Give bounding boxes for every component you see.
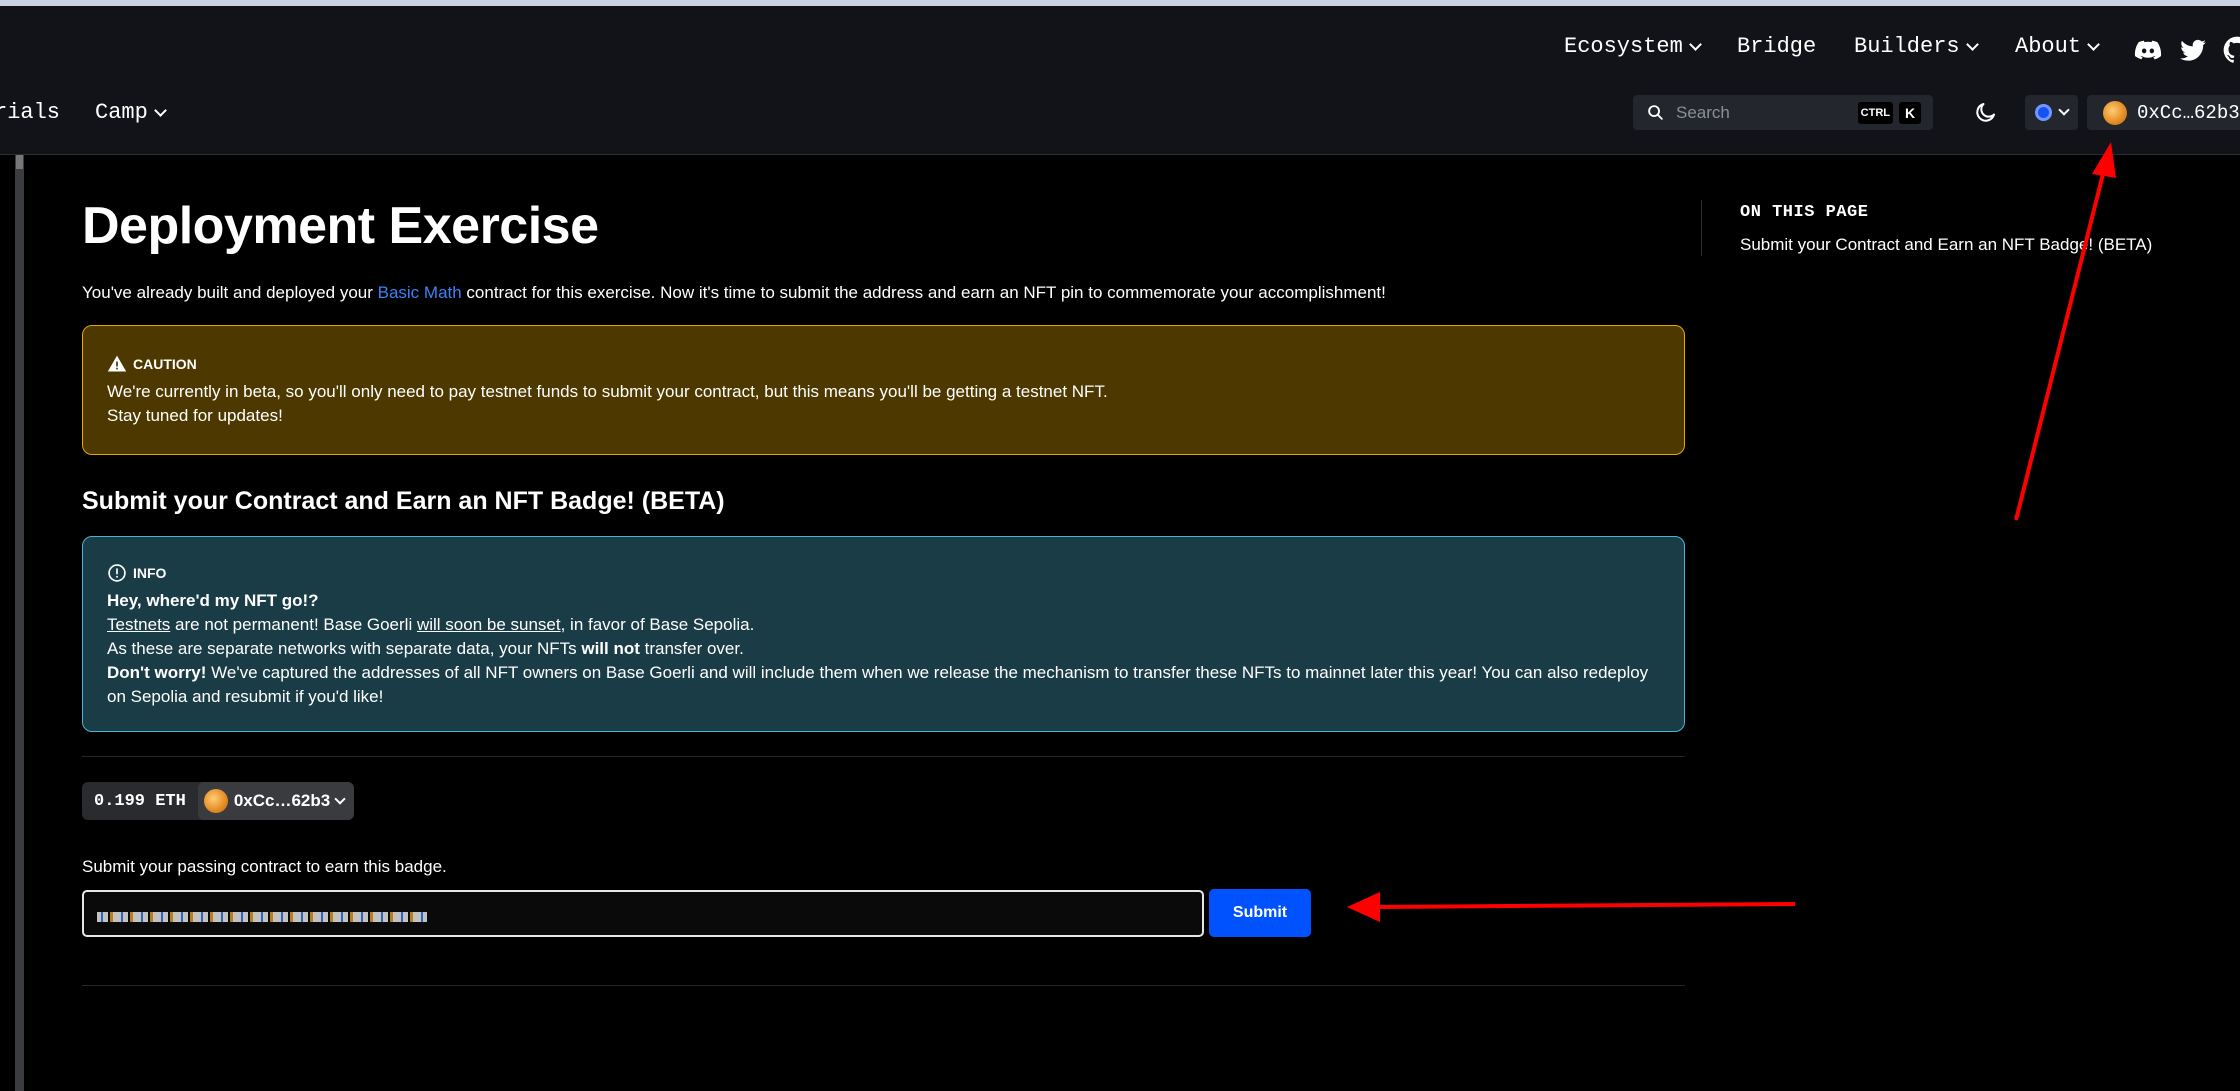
nav-builders-dropdown[interactable]: Builders: [1854, 34, 1979, 59]
testnets-link[interactable]: Testnets: [107, 615, 170, 634]
info-p2-end: transfer over.: [639, 639, 744, 658]
chevron-down-icon: [1688, 37, 1702, 51]
nav-tutorials-link[interactable]: rials: [0, 100, 60, 125]
nav-about-label: About: [2015, 34, 2082, 59]
info-p2-start: As these are separate networks with sepa…: [107, 639, 582, 658]
intro-paragraph: You've already built and deployed your B…: [82, 283, 1386, 303]
search-placeholder: Search: [1676, 102, 1730, 122]
warning-icon: [107, 355, 127, 372]
kbd-k: K: [1899, 101, 1921, 124]
intro-text-start: You've already built and deployed your: [82, 283, 378, 302]
network-icon: [2035, 104, 2052, 121]
toc-item-submit-contract[interactable]: Submit your Contract and Earn an NFT Bad…: [1740, 235, 2152, 255]
info-paragraph-2: As these are separate networks with sepa…: [107, 637, 1660, 661]
sunset-link[interactable]: will soon be sunset: [417, 615, 561, 634]
page-title: Deployment Exercise: [82, 197, 599, 255]
submit-instruction: Submit your passing contract to earn thi…: [82, 857, 447, 876]
divider: [82, 985, 1685, 986]
divider: [82, 756, 1685, 757]
basic-math-link[interactable]: Basic Math: [378, 283, 462, 302]
toc-border: [1701, 200, 1702, 256]
network-selector[interactable]: [2025, 95, 2078, 130]
info-p1-mid: are not permanent! Base Goerli: [170, 615, 417, 634]
chevron-down-icon: [334, 792, 346, 805]
moon-icon[interactable]: [1974, 100, 1998, 124]
info-p2-bold: will not: [581, 639, 640, 658]
chevron-down-icon: [2058, 104, 2070, 116]
submit-button[interactable]: Submit: [1209, 889, 1311, 937]
sidebar-scrollbar[interactable]: [15, 155, 24, 1091]
annotation-arrow-submit: [1374, 902, 1796, 909]
wallet-address: 0xCc…62b3: [233, 791, 331, 810]
top-navigation: Ecosystem Bridge Builders About rials Ca…: [0, 6, 2240, 155]
nav-ecosystem-label: Ecosystem: [1564, 34, 1683, 59]
info-p3-bold: Don't worry!: [107, 663, 207, 682]
nav-builders-label: Builders: [1854, 34, 1960, 59]
account-button[interactable]: 0xCc…62b3: [2087, 95, 2240, 130]
info-paragraph-3: Don't worry! We've captured the addresse…: [107, 661, 1660, 709]
account-address: 0xCc…62b3: [2137, 101, 2240, 124]
info-icon: [108, 564, 126, 582]
info-question: Hey, where'd my NFT go!?: [107, 591, 319, 610]
search-button[interactable]: Search CTRL K: [1633, 95, 1933, 130]
section-heading: Submit your Contract and Earn an NFT Bad…: [82, 487, 725, 515]
nav-ecosystem-dropdown[interactable]: Ecosystem: [1564, 34, 1702, 59]
kbd-ctrl: CTRL: [1857, 101, 1893, 124]
avatar: [2103, 100, 2127, 125]
info-admonition: INFO Hey, where'd my NFT go!? Testnets a…: [82, 536, 1685, 732]
info-p3-rest: We've captured the addresses of all NFT …: [107, 663, 1649, 706]
chevron-down-icon: [153, 103, 167, 117]
nav-tutorials-label: rials: [0, 100, 61, 125]
caution-line-2: Stay tuned for updates!: [107, 406, 283, 425]
search-icon: [1648, 105, 1663, 120]
toc-title: ON THIS PAGE: [1740, 203, 1869, 222]
annotation-arrow-account: [2014, 169, 2106, 521]
caution-admonition: CAUTION We're currently in beta, so you'…: [82, 325, 1685, 455]
github-icon[interactable]: [2223, 36, 2240, 64]
obscured-address-text: [97, 912, 427, 922]
intro-text-end: contract for this exercise. Now it's tim…: [461, 283, 1386, 302]
twitter-icon[interactable]: [2179, 37, 2207, 65]
discord-icon[interactable]: [2134, 36, 2162, 64]
caution-heading: CAUTION: [133, 356, 197, 372]
avatar: [203, 789, 228, 813]
chevron-down-icon: [1965, 37, 1979, 51]
nav-camp-dropdown[interactable]: Camp: [95, 100, 167, 125]
wallet-address-button[interactable]: 0xCc…62b3: [197, 782, 355, 820]
eth-balance: 0.199 ETH: [94, 791, 186, 811]
info-paragraph-1: Testnets are not permanent! Base Goerli …: [107, 613, 1660, 637]
nav-bridge-link[interactable]: Bridge: [1737, 34, 1816, 59]
nav-bridge-label: Bridge: [1737, 34, 1817, 59]
chevron-down-icon: [2087, 37, 2100, 51]
info-p1-end: , in favor of Base Sepolia.: [560, 615, 755, 634]
caution-line-1: We're currently in beta, so you'll only …: [107, 382, 1108, 401]
nav-about-dropdown[interactable]: About: [2015, 34, 2100, 59]
nav-camp-label: Camp: [95, 100, 148, 125]
wallet-balance-widget[interactable]: 0.199 ETH 0xCc…62b3: [82, 782, 355, 820]
info-heading: INFO: [133, 565, 167, 581]
annotation-arrowhead-submit: [1347, 892, 1380, 922]
